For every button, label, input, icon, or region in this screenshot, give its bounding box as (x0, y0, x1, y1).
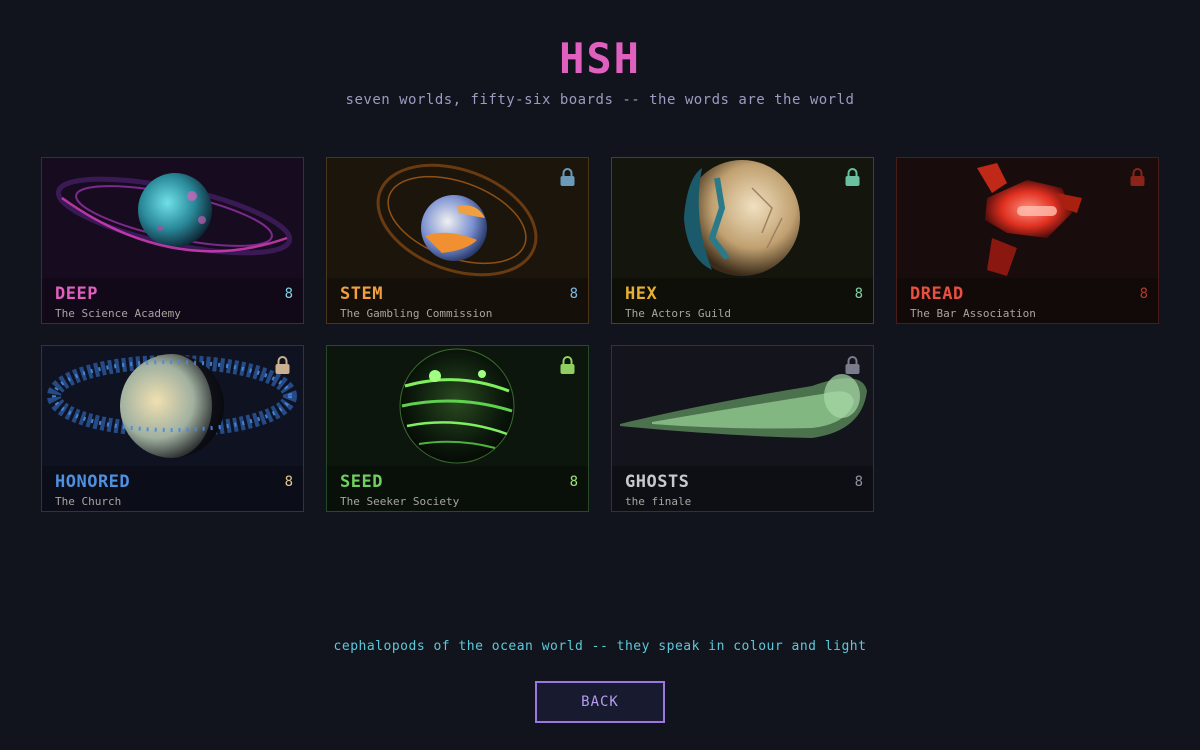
world-info: SEED 8 The Seeker Society (327, 466, 588, 511)
cracked-desert-planet-icon (684, 160, 800, 276)
world-name: DREAD (910, 284, 964, 304)
page-subtitle: seven worlds, fifty-six boards -- the wo… (345, 92, 855, 108)
world-name: HEX (625, 284, 658, 304)
world-org: The Actors Guild (625, 307, 731, 320)
world-card-seed[interactable]: SEED 8 The Seeker Society (326, 345, 589, 512)
world-org: The Gambling Commission (340, 307, 493, 320)
world-org: The Bar Association (910, 307, 1036, 320)
lock-icon (845, 168, 860, 186)
green-ghost-comet-icon (620, 374, 867, 438)
world-card-deep[interactable]: DEEP 8 The Science Academy (41, 157, 304, 324)
world-info: GHOSTS 8 the finale (612, 466, 873, 511)
world-name: GHOSTS (625, 472, 690, 492)
lock-icon (845, 356, 860, 374)
page-title: HSH (559, 34, 641, 83)
board-count: 8 (569, 474, 578, 490)
red-crystal-cluster-icon (977, 163, 1082, 276)
debris-ring-planet-icon (47, 354, 297, 458)
world-name: SEED (340, 472, 383, 492)
world-info: HEX 8 The Actors Guild (612, 278, 873, 323)
lock-icon (275, 356, 290, 374)
world-tagline: cephalopods of the ocean world -- they s… (333, 639, 867, 654)
world-org: The Seeker Society (340, 495, 460, 508)
board-count: 8 (569, 286, 578, 302)
world-info: STEM 8 The Gambling Commission (327, 278, 588, 323)
orange-ringed-planet-icon (376, 163, 538, 277)
lock-icon (1130, 168, 1145, 186)
world-info: DREAD 8 The Bar Association (897, 278, 1158, 323)
board-count: 8 (284, 286, 293, 302)
back-button[interactable]: BACK (535, 681, 665, 723)
board-count: 8 (284, 474, 293, 490)
world-card-hex[interactable]: HEX 8 The Actors Guild (611, 157, 874, 324)
board-count: 8 (854, 474, 863, 490)
world-card-dread[interactable]: DREAD 8 The Bar Association (896, 157, 1159, 324)
world-card-ghosts[interactable]: GHOSTS 8 the finale (611, 345, 874, 512)
board-count: 8 (1139, 286, 1148, 302)
world-name: HONORED (55, 472, 131, 492)
green-energy-planet-icon (399, 348, 515, 464)
world-org: the finale (625, 495, 692, 508)
board-count: 8 (854, 286, 863, 302)
world-card-honored[interactable]: HONORED 8 The Church (41, 345, 304, 512)
lock-icon (560, 168, 575, 186)
world-org: The Church (55, 495, 122, 508)
world-name: DEEP (55, 284, 98, 304)
world-info: HONORED 8 The Church (42, 466, 303, 511)
ringed-ocean-planet-icon (55, 173, 293, 256)
world-org: The Science Academy (55, 307, 181, 320)
lock-icon (560, 356, 575, 374)
world-name: STEM (340, 284, 383, 304)
world-card-stem[interactable]: STEM 8 The Gambling Commission (326, 157, 589, 324)
world-info: DEEP 8 The Science Academy (42, 278, 303, 323)
